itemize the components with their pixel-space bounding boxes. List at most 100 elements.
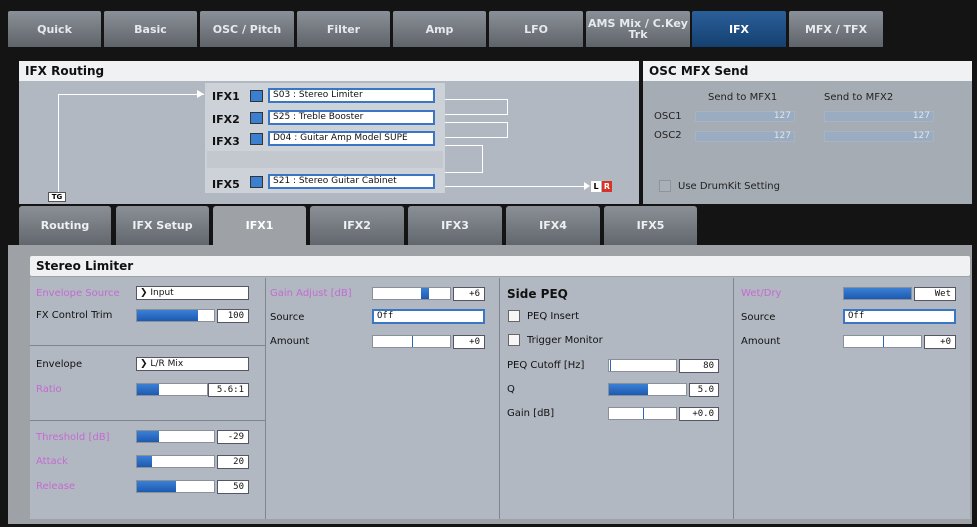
tab-lfo[interactable]: LFO xyxy=(489,11,583,47)
fx-control-trim-slider[interactable] xyxy=(136,309,215,322)
osc-mfx-send-title: OSC MFX Send xyxy=(643,61,972,81)
ifx1-on-toggle[interactable] xyxy=(250,90,263,102)
ratio-slider[interactable] xyxy=(136,383,208,396)
release-slider[interactable] xyxy=(136,480,215,493)
subtab-ifx4[interactable]: IFX4 xyxy=(506,206,600,245)
peq-insert-checkbox[interactable] xyxy=(508,310,520,322)
chain-line-1 xyxy=(445,99,508,100)
subtab-ifx1[interactable]: IFX1 xyxy=(213,206,306,245)
ifx2-on-toggle[interactable] xyxy=(250,112,263,124)
release-fill xyxy=(137,481,176,492)
fx-control-trim-label: FX Control Trim xyxy=(36,310,113,321)
fx-control-trim-fill xyxy=(137,310,198,321)
osc1-mfx2-send[interactable]: 127 xyxy=(824,111,934,122)
subtab-ifx5[interactable]: IFX5 xyxy=(604,206,697,245)
chain-line-9 xyxy=(445,172,483,173)
col2-amount-slider[interactable] xyxy=(372,335,451,348)
tab-ams-mix[interactable]: AMS Mix / C.Key Trk xyxy=(586,11,690,47)
osc2-mfx2-send[interactable]: 127 xyxy=(824,131,934,142)
ifx5-effect-select[interactable]: S21 : Stereo Guitar Cabinet xyxy=(268,174,435,189)
subtab-routing[interactable]: Routing xyxy=(19,206,111,245)
attack-slider[interactable] xyxy=(136,455,215,468)
wet-dry-value[interactable]: Wet xyxy=(914,287,956,301)
ratio-label: Ratio xyxy=(36,384,62,395)
osc1-mfx1-send[interactable]: 127 xyxy=(695,111,795,122)
peq-gain-slider[interactable] xyxy=(608,407,677,420)
col-divider xyxy=(499,278,500,519)
osc1-label: OSC1 xyxy=(654,111,682,122)
ifx5-on-toggle[interactable] xyxy=(250,176,263,188)
ifx4-empty-slot xyxy=(207,151,443,168)
chain-line-7 xyxy=(445,145,483,146)
subtab-ifx-setup[interactable]: IFX Setup xyxy=(116,206,209,245)
col4-amount-label: Amount xyxy=(741,336,781,347)
gain-adjust-label: Gain Adjust [dB] xyxy=(270,288,352,299)
send-mfx1-header: Send to MFX1 xyxy=(708,92,778,103)
subtab-ifx3[interactable]: IFX3 xyxy=(408,206,502,245)
peq-cutoff-value[interactable]: 80 xyxy=(679,359,719,373)
q-value[interactable]: 5.0 xyxy=(689,383,719,397)
amount-center-tick xyxy=(412,336,413,347)
cutoff-tick xyxy=(610,360,611,371)
tab-quick[interactable]: Quick xyxy=(8,11,101,47)
attack-label: Attack xyxy=(36,456,68,467)
col2-source-select[interactable]: Off xyxy=(372,309,485,324)
ifx1-effect-select[interactable]: S03 : Stereo Limiter xyxy=(268,88,435,103)
col2-amount-value[interactable]: +0 xyxy=(453,335,485,349)
q-slider[interactable] xyxy=(608,383,687,396)
subtab-ifx2[interactable]: IFX2 xyxy=(310,206,404,245)
tab-ifx[interactable]: IFX xyxy=(692,11,786,47)
tab-amp[interactable]: Amp xyxy=(393,11,486,47)
ifx2-effect-select[interactable]: S25 : Treble Booster xyxy=(268,110,435,125)
osc2-label: OSC2 xyxy=(654,130,682,141)
peq-gain-value[interactable]: +0.0 xyxy=(679,407,719,421)
send-mfx2-header: Send to MFX2 xyxy=(824,92,894,103)
wet-dry-slider[interactable] xyxy=(843,287,912,300)
chain-line-2 xyxy=(507,99,508,114)
tab-filter[interactable]: Filter xyxy=(297,11,390,47)
col4-amount-slider[interactable] xyxy=(843,335,922,348)
tab-osc-pitch[interactable]: OSC / Pitch xyxy=(200,11,294,47)
tab-basic[interactable]: Basic xyxy=(104,11,197,47)
q-fill xyxy=(609,384,648,395)
arrow-right-icon xyxy=(584,182,590,190)
tg-to-ifx1-line xyxy=(58,94,204,95)
use-drumkit-label: Use DrumKit Setting xyxy=(678,181,780,192)
col2-source-label: Source xyxy=(270,312,305,323)
release-label: Release xyxy=(36,481,76,492)
release-value[interactable]: 50 xyxy=(217,480,249,494)
col4-amount-value[interactable]: +0 xyxy=(924,335,956,349)
amount-center-tick xyxy=(883,336,884,347)
wet-dry-fill xyxy=(844,288,911,299)
col4-source-select[interactable]: Off xyxy=(843,309,956,324)
attack-fill xyxy=(137,456,153,467)
peq-cutoff-label: PEQ Cutoff [Hz] xyxy=(507,360,585,371)
trigger-monitor-checkbox[interactable] xyxy=(508,334,520,346)
threshold-slider[interactable] xyxy=(136,430,215,443)
gain-adjust-value[interactable]: +6 xyxy=(453,287,485,301)
arrow-right-icon xyxy=(197,90,204,98)
col-divider xyxy=(265,278,266,519)
peq-cutoff-slider[interactable] xyxy=(608,359,677,372)
chain-line-5 xyxy=(507,122,508,137)
gain-adjust-slider[interactable] xyxy=(372,287,451,300)
envelope-select[interactable]: ❯ L/R Mix xyxy=(136,357,249,371)
ifx3-on-toggle[interactable] xyxy=(250,133,263,145)
q-label: Q xyxy=(507,384,515,395)
envelope-source-label: Envelope Source xyxy=(36,288,120,299)
envelope-value: L/R Mix xyxy=(150,359,184,369)
chain-line-4 xyxy=(445,122,508,123)
ratio-fill xyxy=(137,384,160,395)
tab-mfx-tfx[interactable]: MFX / TFX xyxy=(789,11,883,47)
ratio-value[interactable]: 5.6:1 xyxy=(208,383,249,397)
fx-control-trim-value[interactable]: 100 xyxy=(217,309,249,323)
ifx3-effect-select[interactable]: D04 : Guitar Amp Model SUPE xyxy=(268,131,435,146)
attack-value[interactable]: 20 xyxy=(217,455,249,469)
osc2-mfx1-send[interactable]: 127 xyxy=(695,131,795,142)
envelope-source-select[interactable]: ❯ Input xyxy=(136,286,249,300)
threshold-value[interactable]: -29 xyxy=(217,430,249,444)
editor-title: Stereo Limiter xyxy=(30,256,970,276)
use-drumkit-checkbox[interactable] xyxy=(659,180,671,192)
output-r-box: R xyxy=(602,181,612,192)
output-l-box: L xyxy=(591,181,601,192)
